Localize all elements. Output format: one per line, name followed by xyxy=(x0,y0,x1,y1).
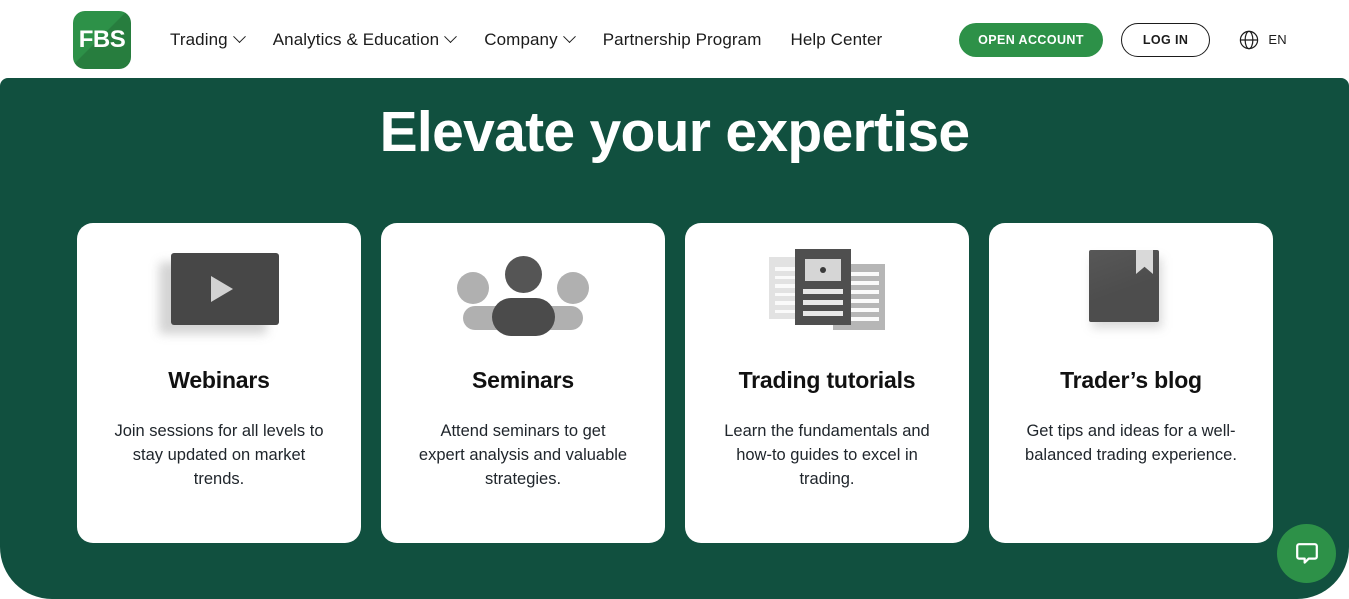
document-text-line xyxy=(803,289,843,294)
card-description: Get tips and ideas for a well-balanced t… xyxy=(1025,422,1237,464)
book-bookmark-icon xyxy=(1089,250,1173,336)
logo-text: FBS xyxy=(78,26,126,53)
play-triangle xyxy=(211,276,233,302)
card-icon-wrap xyxy=(685,223,969,363)
hero-section: Elevate your expertise Webinars Join ses… xyxy=(0,78,1349,599)
nav-item-help-center[interactable]: Help Center xyxy=(790,30,911,50)
card-title: Trader’s blog xyxy=(1060,367,1202,393)
nav-item-company[interactable]: Company xyxy=(484,30,602,50)
people-group-icon xyxy=(455,250,591,336)
nav-item-trading[interactable]: Trading xyxy=(170,30,273,50)
nav-actions: OPEN ACCOUNT LOG IN EN xyxy=(959,0,1349,79)
document-lines-right xyxy=(847,272,879,321)
card-icon-wrap xyxy=(77,223,361,363)
person-head-left xyxy=(457,272,489,304)
chevron-down-icon xyxy=(562,30,576,44)
documents-stack-icon xyxy=(769,247,885,339)
globe-icon xyxy=(1240,30,1259,49)
feature-card-seminars[interactable]: Seminars Attend seminars to get expert a… xyxy=(381,223,665,543)
card-title: Trading tutorials xyxy=(738,367,916,393)
feature-cards-row: Webinars Join sessions for all levels to… xyxy=(77,223,1273,543)
nav-item-label: Help Center xyxy=(790,29,883,49)
top-navigation-bar: FBS Trading Analytics & Education Compan… xyxy=(0,0,1349,79)
chat-bubble-icon xyxy=(1295,542,1318,564)
card-description: Attend seminars to get expert analysis a… xyxy=(418,422,628,488)
open-account-button[interactable]: OPEN ACCOUNT xyxy=(959,22,1103,57)
chevron-down-icon xyxy=(232,30,246,44)
language-selector[interactable]: EN xyxy=(1238,29,1287,51)
card-icon-wrap xyxy=(989,223,1273,363)
chevron-down-icon xyxy=(444,30,458,44)
nav-item-label: Analytics & Education xyxy=(272,29,440,49)
feature-card-trading-tutorials[interactable]: Trading tutorials Learn the fundamentals… xyxy=(685,223,969,543)
nav-item-label: Partnership Program xyxy=(602,29,762,49)
nav-item-label: Company xyxy=(484,29,558,49)
log-in-button[interactable]: LOG IN xyxy=(1120,22,1211,57)
card-title: Seminars xyxy=(472,367,574,393)
card-description: Learn the fundamentals and how-to guides… xyxy=(724,422,930,488)
document-text-line xyxy=(803,300,843,305)
fbs-logo[interactable]: FBS xyxy=(73,11,131,69)
card-description: Join sessions for all levels to stay upd… xyxy=(114,422,324,488)
person-body-center xyxy=(492,298,555,336)
nav-item-analytics-education[interactable]: Analytics & Education xyxy=(273,30,485,50)
language-code: EN xyxy=(1268,32,1287,47)
card-icon-wrap xyxy=(381,223,665,363)
person-head-right xyxy=(557,272,589,304)
primary-nav-links: Trading Analytics & Education Company Pa… xyxy=(170,0,911,79)
feature-card-traders-blog[interactable]: Trader’s blog Get tips and ideas for a w… xyxy=(989,223,1273,543)
video-play-icon xyxy=(159,250,279,336)
feature-card-webinars[interactable]: Webinars Join sessions for all levels to… xyxy=(77,223,361,543)
page-title: Elevate your expertise xyxy=(379,100,970,164)
person-head-center xyxy=(505,256,542,293)
nav-item-label: Trading xyxy=(170,29,228,49)
document-text-line xyxy=(803,311,843,316)
card-title: Webinars xyxy=(168,367,270,393)
chat-widget-button[interactable] xyxy=(1277,524,1336,583)
document-image-dot xyxy=(820,267,826,273)
nav-item-partnership-program[interactable]: Partnership Program xyxy=(603,30,791,50)
